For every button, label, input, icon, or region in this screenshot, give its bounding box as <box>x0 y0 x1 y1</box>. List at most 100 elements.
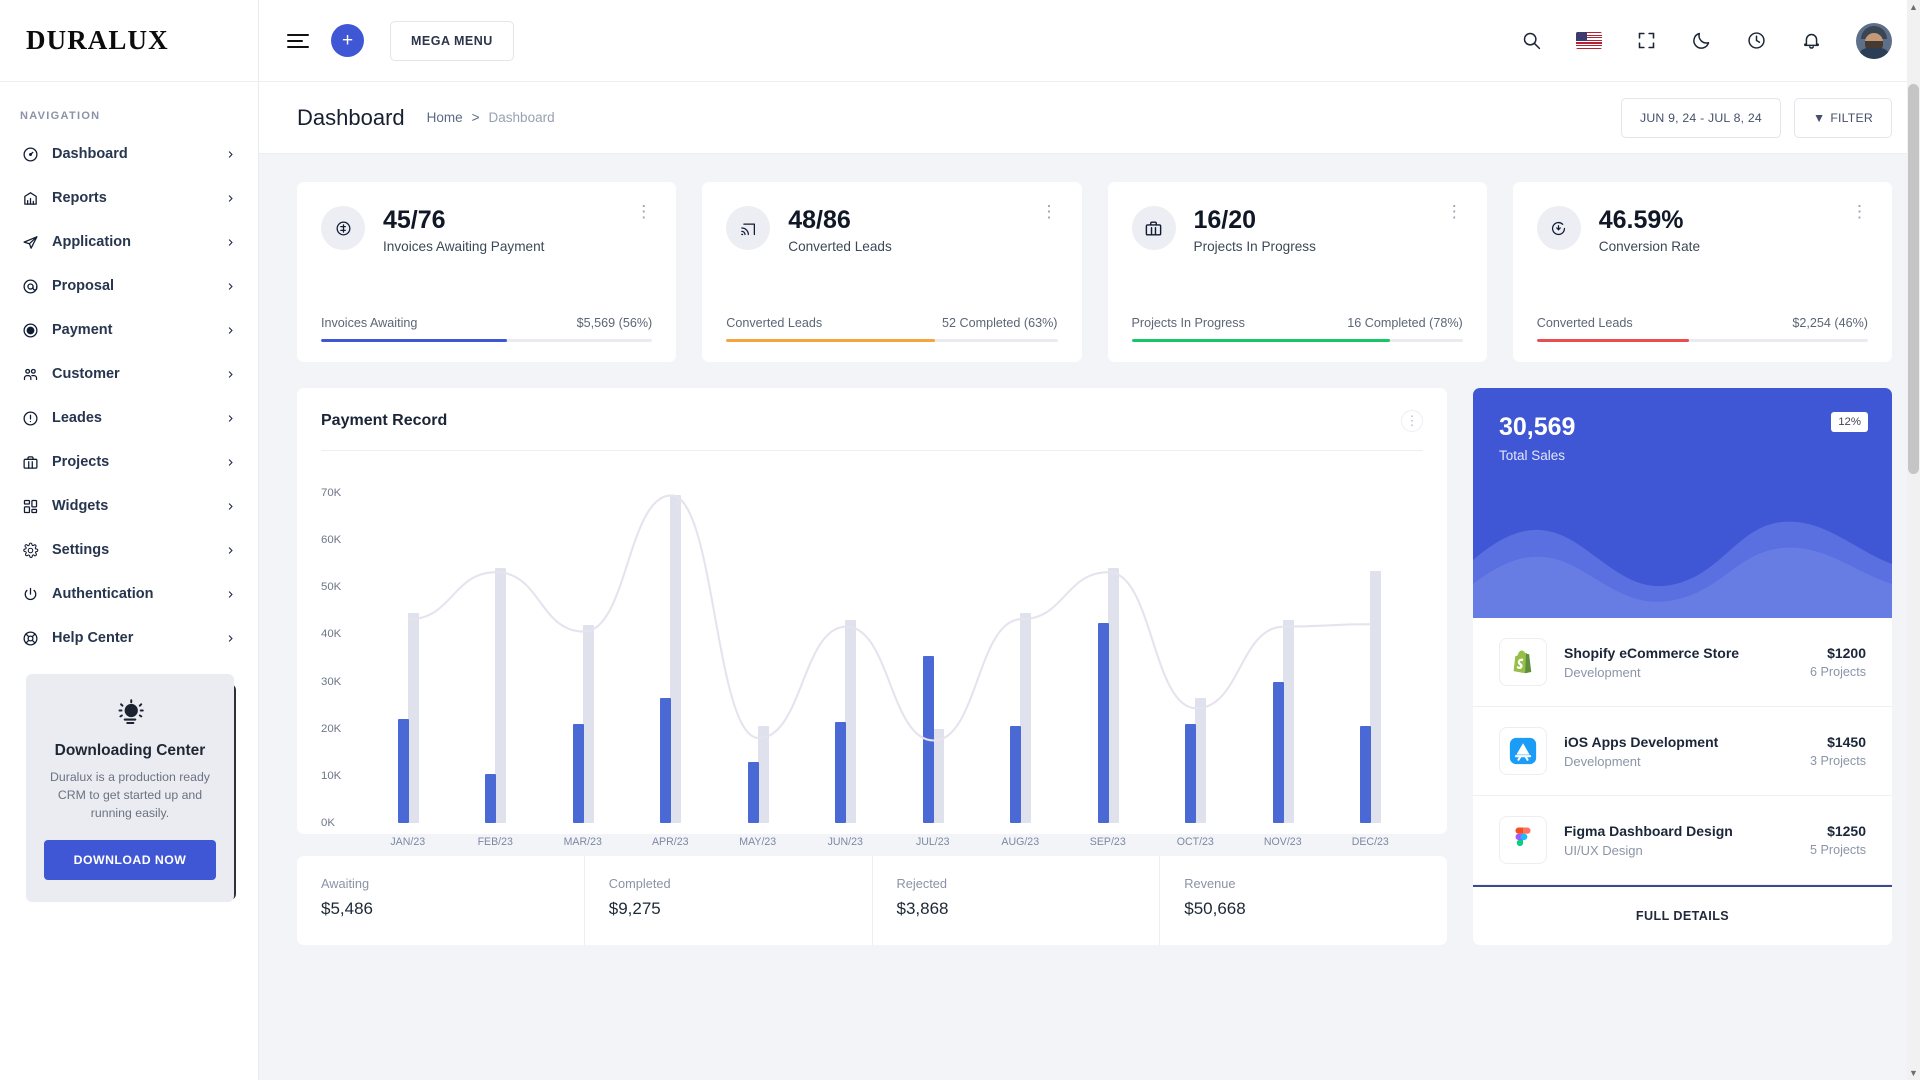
kpi-value: 16/20 <box>1193 206 1257 234</box>
sidebar-item-leades[interactable]: Leades <box>0 396 258 440</box>
breadcrumb-home[interactable]: Home <box>427 110 463 125</box>
project-category: UI/UX Design <box>1564 842 1643 858</box>
dots-vertical-icon[interactable]: ⋮ <box>1401 410 1423 432</box>
kpi-card: 46.59% Conversion Rate ⋮ Converted Leads $2,… <box>1512 182 1892 362</box>
project-name: iOS Apps Development <box>1564 733 1719 750</box>
sidebar-item-label: Reports <box>52 190 107 206</box>
gauge-icon <box>20 144 40 164</box>
chart-x-tick: AUG/23 <box>1001 836 1040 848</box>
kpi-caption: Projects In Progress <box>1193 239 1316 254</box>
sidebar-item-authentication[interactable]: Authentication <box>0 572 258 616</box>
total-sales-hero: 30,569 Total Sales 12% <box>1473 388 1892 618</box>
dots-vertical-icon[interactable]: ⋮ <box>1851 203 1868 220</box>
stat-value: $5,486 <box>321 899 373 918</box>
kpi-card: 45/76 Invoices Awaiting Payment ⋮ Invoices … <box>297 182 677 362</box>
page-scrollbar[interactable]: ▲ ▼ <box>1907 0 1920 1080</box>
add-new-button[interactable]: + <box>331 24 364 57</box>
dots-vertical-icon[interactable]: ⋮ <box>1041 203 1058 220</box>
chart-bar-payment <box>922 655 934 823</box>
send-icon <box>20 232 40 252</box>
sidebar-item-dashboard[interactable]: Dashboard <box>0 132 258 176</box>
kpi-progress-bar <box>1131 338 1463 342</box>
sidebar-item-proposal[interactable]: Proposal <box>0 264 258 308</box>
sidebar-item-widgets[interactable]: Widgets <box>0 484 258 528</box>
chart-bar-target <box>495 568 507 823</box>
shopify-icon <box>1499 638 1547 686</box>
chevron-right-icon <box>226 149 236 160</box>
avatar[interactable] <box>1856 22 1892 59</box>
project-row[interactable]: Figma Dashboard Design UI/UX Design $1250 5… <box>1473 796 1892 885</box>
sidebar-item-settings[interactable]: Settings <box>0 528 258 572</box>
kpi-foot-label: Converted Leads <box>1536 315 1633 330</box>
chart-bar-payment <box>1097 622 1109 823</box>
sidebar-item-payment[interactable]: Payment <box>0 308 258 352</box>
chart-x-tick: JAN/23 <box>390 836 426 848</box>
alert-icon <box>20 408 40 428</box>
wave-graphic <box>1473 521 1892 618</box>
scroll-up-arrow[interactable]: ▲ <box>1908 2 1919 12</box>
clock-icon[interactable] <box>1746 30 1767 51</box>
navigation-section-label: NAVIGATION <box>20 110 101 122</box>
scrollbar-thumb[interactable] <box>1908 84 1919 474</box>
briefcase-icon <box>20 452 40 472</box>
mega-menu-button[interactable]: MEGA MENU <box>390 20 514 61</box>
full-details-button[interactable]: FULL DETAILS <box>1473 885 1892 945</box>
project-count: 3 Projects <box>1810 754 1866 768</box>
coin-icon <box>20 320 40 340</box>
chart-bar-payment <box>1185 724 1197 823</box>
sidebar-item-help-center[interactable]: Help Center <box>0 616 258 660</box>
sidebar-item-projects[interactable]: Projects <box>0 440 258 484</box>
chart-y-tick: 30K <box>321 675 342 688</box>
dots-vertical-icon[interactable]: ⋮ <box>1446 203 1463 220</box>
filter-button[interactable]: ▼ FILTER <box>1793 97 1892 138</box>
breadcrumb-separator: > <box>471 110 480 125</box>
date-range-button[interactable]: JUN 9, 24 - JUL 8, 24 <box>1620 97 1781 138</box>
chart-bar-payment <box>1010 726 1022 823</box>
sidebar-nav: Dashboard Reports Application Proposal Payme… <box>0 132 258 660</box>
kpi-card: 16/20 Projects In Progress ⋮ Projects In Pr… <box>1107 182 1487 362</box>
dashboard-scroll-area[interactable]: 45/76 Invoices Awaiting Payment ⋮ Invoices … <box>259 154 1920 1080</box>
sidebar-item-customer[interactable]: Customer <box>0 352 258 396</box>
total-sales-caption: Total Sales <box>1499 447 1566 463</box>
brand-logo[interactable]: DURALUX <box>0 0 258 82</box>
chart-y-tick: 10K <box>321 769 342 782</box>
chart-x-tick: APR/23 <box>651 836 689 848</box>
project-name: Shopify eCommerce Store <box>1564 644 1740 661</box>
power-icon <box>20 584 40 604</box>
menu-icon[interactable] <box>287 30 309 52</box>
chart-y-tick: 20K <box>321 722 342 735</box>
top-bar: + MEGA MENU <box>259 0 1920 82</box>
kpi-foot-label: Projects In Progress <box>1131 315 1245 330</box>
fullscreen-icon[interactable] <box>1636 30 1657 51</box>
kpi-foot-value: $2,254 (46%) <box>1792 315 1868 330</box>
sidebar-item-application[interactable]: Application <box>0 220 258 264</box>
users-icon <box>20 364 40 384</box>
total-sales-badge: 12% <box>1831 412 1868 432</box>
sidebar-item-reports[interactable]: Reports <box>0 176 258 220</box>
sidebar-item-label: Help Center <box>52 630 134 646</box>
bell-icon[interactable] <box>1801 30 1822 51</box>
project-row[interactable]: Shopify eCommerce Store Development $1200 6… <box>1473 618 1892 707</box>
promo-description: Duralux is a production ready CRM to get… <box>50 770 210 821</box>
project-row[interactable]: iOS Apps Development Development $1450 3 Pr… <box>1473 707 1892 796</box>
chart-x-tick: JUN/23 <box>827 836 863 848</box>
chart-x-tick: SEP/23 <box>1089 836 1126 848</box>
lower-grid: Payment Record ⋮ JAN/23 FEB/23 MAR/23 APR/2… <box>297 388 1892 945</box>
total-sales-value: 30,569 <box>1499 413 1576 441</box>
flag-us-icon[interactable] <box>1576 32 1602 49</box>
download-now-button[interactable]: DOWNLOAD NOW <box>44 839 216 880</box>
chart-x-tick: DEC/23 <box>1351 836 1389 848</box>
chart-x-tick: JUL/23 <box>915 836 950 848</box>
sidebar: DURALUX NAVIGATION Dashboard Reports Appli… <box>0 0 259 1080</box>
moon-icon[interactable] <box>1691 30 1712 51</box>
scroll-down-arrow[interactable]: ▼ <box>1908 1068 1919 1078</box>
stat-value: $9,275 <box>608 899 661 918</box>
search-icon[interactable] <box>1521 30 1542 51</box>
logo-text: DURALUX <box>26 25 169 55</box>
sidebar-item-label: Projects <box>52 454 110 470</box>
chart-x-tick: MAY/23 <box>739 836 777 848</box>
chart-bar-target <box>582 625 594 823</box>
stat-cell: Completed $9,275 <box>585 856 873 945</box>
dots-vertical-icon[interactable]: ⋮ <box>635 203 652 220</box>
chevron-right-icon <box>226 633 236 644</box>
